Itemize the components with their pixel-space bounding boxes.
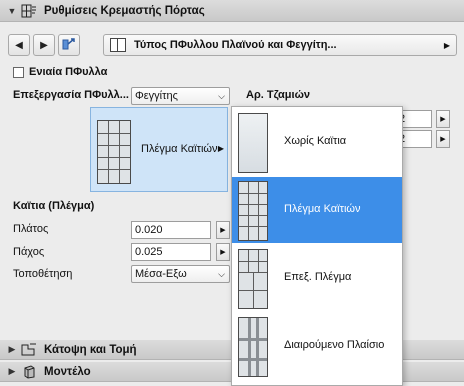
thickness-field[interactable]: 0.025 bbox=[131, 243, 211, 261]
navigation-toolbar: ◀ ▶ bbox=[8, 34, 80, 56]
popup-item-mullion-grid[interactable]: Πλέγμα Καϊτιών bbox=[232, 177, 402, 243]
model-section-title: Μοντέλο bbox=[44, 365, 91, 378]
triangle-right-icon: ▶ bbox=[220, 249, 226, 256]
expand-triangle-icon[interactable]: ▶ bbox=[4, 344, 20, 355]
width-label: Πλάτος bbox=[13, 223, 49, 235]
glass-count-label: Αρ. Τζαμιών bbox=[246, 89, 310, 101]
collapse-triangle-icon[interactable]: ▼ bbox=[4, 6, 20, 16]
glass-count-stepper-1[interactable]: ▶ bbox=[436, 110, 450, 128]
divided-frame-thumbnail-icon bbox=[238, 317, 268, 377]
width-stepper[interactable]: ▶ bbox=[216, 221, 230, 239]
placement-dropdown[interactable]: Μέσα-Εξω ⌵ bbox=[131, 265, 230, 283]
mullion-grid-tile[interactable]: Πλέγμα Καϊτιών ▶ bbox=[90, 107, 228, 192]
thickness-label: Πάχος bbox=[13, 246, 45, 258]
width-value: 0.020 bbox=[135, 224, 163, 236]
settings-section-header[interactable]: ▼ Ρυθμίσεις Κρεμαστής Πόρτας bbox=[0, 0, 464, 22]
grid-door-thumbnail-icon bbox=[97, 120, 131, 184]
door-settings-icon bbox=[20, 3, 38, 19]
placement-label: Τοποθέτηση bbox=[13, 268, 73, 280]
thickness-stepper[interactable]: ▶ bbox=[216, 243, 230, 261]
popup-item-label: Διαιρούμενο Πλαίσιο bbox=[284, 339, 385, 351]
panel-type-label: Τύπος ΠΦυλλου Πλαϊνού και Φεγγίτη... bbox=[134, 39, 337, 51]
popup-item-no-mullions[interactable]: Χωρίς Καϊτια bbox=[232, 109, 402, 175]
chevron-down-icon: ⌵ bbox=[218, 90, 225, 101]
section-title: Ρυθμίσεις Κρεμαστής Πόρτας bbox=[44, 4, 205, 17]
expand-triangle-icon[interactable]: ▶ bbox=[4, 366, 20, 377]
no-mullions-thumbnail-icon bbox=[238, 113, 268, 173]
triangle-right-icon: ▶ bbox=[440, 116, 446, 123]
next-button[interactable]: ▶ bbox=[33, 34, 55, 56]
triangle-right-icon: ▶ bbox=[443, 40, 450, 50]
chevron-down-icon: ⌵ bbox=[218, 268, 225, 279]
triangle-right-icon: ▶ bbox=[220, 227, 226, 234]
triangle-right-icon: ▶ bbox=[440, 136, 446, 143]
triangle-right-icon: ▶ bbox=[217, 144, 224, 153]
processing-value: Φεγγίτης bbox=[135, 90, 178, 102]
custom-grid-thumbnail-icon bbox=[238, 249, 268, 309]
floor-plan-icon bbox=[20, 342, 38, 358]
favorite-button[interactable] bbox=[58, 34, 80, 56]
model-cube-icon bbox=[20, 364, 38, 380]
panel-type-icon bbox=[110, 38, 126, 52]
mullions-section-title: Καϊτια (Πλέγμα) bbox=[13, 200, 95, 212]
triangle-right-icon: ▶ bbox=[40, 39, 48, 51]
popup-item-label: Επεξ. Πλέγμα bbox=[284, 271, 352, 283]
triangle-left-icon: ◀ bbox=[15, 39, 23, 51]
uniform-leaf-label: Ενιαία ΠΦυλλα bbox=[29, 66, 108, 78]
previous-button[interactable]: ◀ bbox=[8, 34, 30, 56]
panel-type-selector[interactable]: Τύπος ΠΦυλλου Πλαϊνού και Φεγγίτη... ▶ bbox=[103, 34, 457, 56]
thickness-value: 0.025 bbox=[135, 246, 163, 258]
uniform-leaf-checkbox[interactable] bbox=[13, 67, 24, 78]
processing-dropdown[interactable]: Φεγγίτης ⌵ bbox=[131, 87, 230, 105]
popup-item-custom-grid[interactable]: Επεξ. Πλέγμα bbox=[232, 245, 402, 311]
popup-item-label: Χωρίς Καϊτια bbox=[284, 135, 347, 147]
width-field[interactable]: 0.020 bbox=[131, 221, 211, 239]
mullion-grid-thumbnail-icon bbox=[238, 181, 268, 241]
placement-value: Μέσα-Εξω bbox=[135, 268, 187, 280]
plan-section-title: Κάτοψη και Τομή bbox=[44, 343, 137, 356]
popup-item-label: Πλέγμα Καϊτιών bbox=[284, 203, 361, 215]
door-settings-panel: ▼ Ρυθμίσεις Κρεμαστής Πόρτας ◀ ▶ Τύπος Π… bbox=[0, 0, 464, 386]
grid-tile-label: Πλέγμα Καϊτιών bbox=[141, 143, 218, 155]
popup-item-divided-frame[interactable]: Διαιρούμενο Πλαίσιο bbox=[232, 313, 402, 379]
glass-count-stepper-2[interactable]: ▶ bbox=[436, 130, 450, 148]
import-arrow-icon bbox=[62, 37, 76, 54]
mullion-type-popup: Χωρίς Καϊτια Πλέγμα Καϊτιών Επεξ. Πλέγμα… bbox=[231, 106, 403, 386]
processing-label: Επεξεργασία ΠΦυλλ... bbox=[13, 89, 129, 101]
